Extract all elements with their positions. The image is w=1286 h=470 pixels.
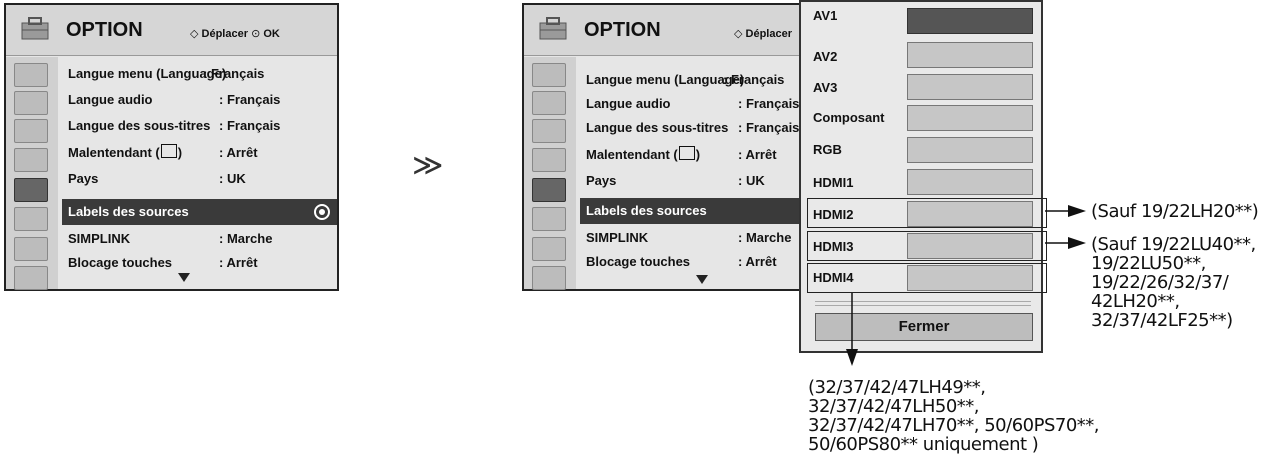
note-line: 32/37/42/47LH50**, xyxy=(808,396,980,417)
note-line: 19/22LU50**, xyxy=(1091,253,1206,274)
note-hdmi4: (32/37/42/47LH49**, 32/37/42/47LH50**, 3… xyxy=(808,377,1100,455)
note-line: 32/37/42LF25**) xyxy=(1091,310,1233,331)
note-line: 19/22/26/32/37/ xyxy=(1091,272,1229,293)
note-line: 50/60PS80** uniquement ) xyxy=(808,434,1039,455)
note-line: 42LH20**, xyxy=(1091,291,1180,312)
note-line: (Sauf 19/22LU40**, xyxy=(1091,234,1256,255)
note-line: (32/37/42/47LH49**, xyxy=(808,377,986,398)
note-hdmi3: (Sauf 19/22LU40**, 19/22LU50**, 19/22/26… xyxy=(1091,235,1256,330)
note-hdmi2: (Sauf 19/22LH20**) xyxy=(1091,201,1259,222)
note-line: 32/37/42/47LH70**, 50/60PS70**, xyxy=(808,415,1100,436)
